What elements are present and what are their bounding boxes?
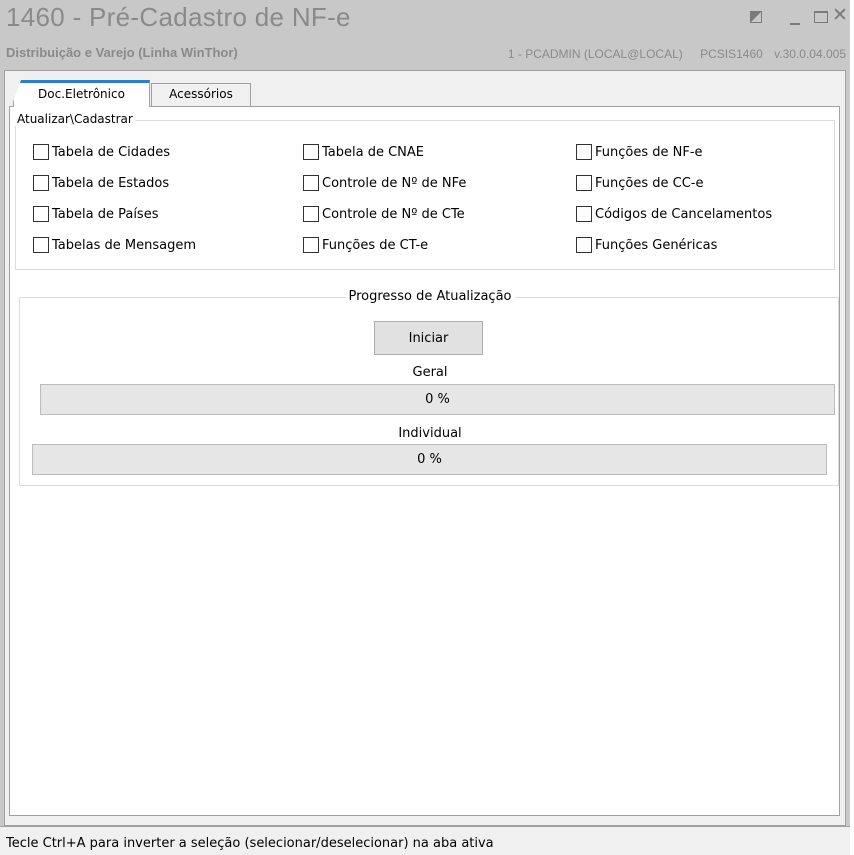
checkbox-funcoes-cte[interactable]: Funções de CT-e [303,236,428,254]
checkbox-tabela-paises[interactable]: Tabela de Países [33,205,158,223]
checkbox-label: Funções de CC-e [595,175,704,191]
client-area: Acessórios Doc.Eletrônico Atualizar\Cada… [4,70,846,826]
main-window: 1460 - Pré-Cadastro de NF-e Distribuição… [0,0,850,855]
checkbox-label: Códigos de Cancelamentos [595,206,773,222]
tab-acessorios[interactable]: Acessórios [151,83,251,106]
restore-button[interactable] [747,8,767,28]
atualizar-cadastrar-group: Atualizar\Cadastrar Tabela de Cidades Ta… [15,112,835,270]
checkbox-box[interactable] [33,175,49,191]
geral-label: Geral [412,365,448,380]
individual-progress-text: 0 % [417,452,442,467]
geral-progress-text: 0 % [425,392,450,407]
checkbox-codigos-cancelamentos[interactable]: Códigos de Cancelamentos [576,205,772,223]
checkbox-box[interactable] [576,175,592,191]
checkbox-label: Tabela de Países [52,206,159,222]
checkbox-box[interactable] [303,175,319,191]
checkbox-funcoes-nfe[interactable]: Funções de NF-e [576,143,703,161]
checkbox-controle-cte[interactable]: Controle de Nº de CTe [303,205,465,223]
individual-progress-bar: 0 % [32,444,827,475]
checkbox-controle-nfe[interactable]: Controle de Nº de NFe [303,174,466,192]
status-bar-text: Tecle Ctrl+A para inverter a seleção (se… [6,836,494,851]
individual-label: Individual [398,426,462,441]
atualizar-cadastrar-legend: Atualizar\Cadastrar [15,112,135,126]
checkbox-funcoes-genericas[interactable]: Funções Genéricas [576,236,717,254]
geral-progress-bar: 0 % [40,384,835,415]
progress-group: Progresso de Atualização Iniciar Geral 0… [19,289,839,486]
checkbox-box[interactable] [33,206,49,222]
checkbox-tabela-cnae[interactable]: Tabela de CNAE [303,143,424,161]
progress-legend: Progresso de Atualização [345,289,515,304]
checkbox-label: Controle de Nº de NFe [322,175,467,191]
tab-panel-doc-eletronico: Atualizar\Cadastrar Tabela de Cidades Ta… [9,106,840,816]
checkbox-label: Tabelas de Mensagem [52,237,196,253]
checkbox-box[interactable] [33,144,49,160]
checkbox-box[interactable] [576,206,592,222]
maximize-button[interactable] [811,8,831,28]
checkbox-label: Tabela de Cidades [52,144,171,160]
checkbox-box[interactable] [303,237,319,253]
checkbox-label: Funções de CT-e [322,237,429,253]
maximize-icon [814,11,828,23]
minimize-button[interactable] [786,8,806,28]
checkbox-label: Tabela de CNAE [322,144,425,160]
checkbox-box[interactable] [576,144,592,160]
checkbox-label: Funções de NF-e [595,144,703,160]
session-info: 1 - PCADMIN (LOCAL@LOCAL) PCSIS1460 v.30… [494,47,846,61]
program-code: PCSIS1460 [700,47,763,61]
checkbox-box[interactable] [303,144,319,160]
close-button[interactable]: ✕ [832,4,850,28]
checkbox-label: Tabela de Estados [52,175,170,191]
minimize-icon [790,23,800,25]
checkbox-box[interactable] [576,237,592,253]
checkbox-box[interactable] [33,237,49,253]
close-icon: ✕ [832,4,848,26]
user-info: 1 - PCADMIN (LOCAL@LOCAL) [507,47,683,61]
checkbox-tabelas-mensagem[interactable]: Tabelas de Mensagem [33,236,196,254]
checkbox-box[interactable] [303,206,319,222]
window-title: 1460 - Pré-Cadastro de NF-e [6,2,351,32]
checkbox-label: Funções Genéricas [595,237,718,253]
checkbox-label: Controle de Nº de CTe [322,206,465,222]
version-info: v.30.0.04.005 [774,47,846,61]
checkbox-funcoes-cce[interactable]: Funções de CC-e [576,174,703,192]
status-bar: Tecle Ctrl+A para inverter a seleção (se… [0,826,850,855]
start-button[interactable]: Iniciar [374,321,483,355]
window-subtitle: Distribuição e Varejo (Linha WinThor) [6,45,238,60]
tab-doc-eletronico[interactable]: Doc.Eletrônico [13,80,150,107]
checkbox-tabela-estados[interactable]: Tabela de Estados [33,174,169,192]
checkbox-tabela-cidades[interactable]: Tabela de Cidades [33,143,170,161]
